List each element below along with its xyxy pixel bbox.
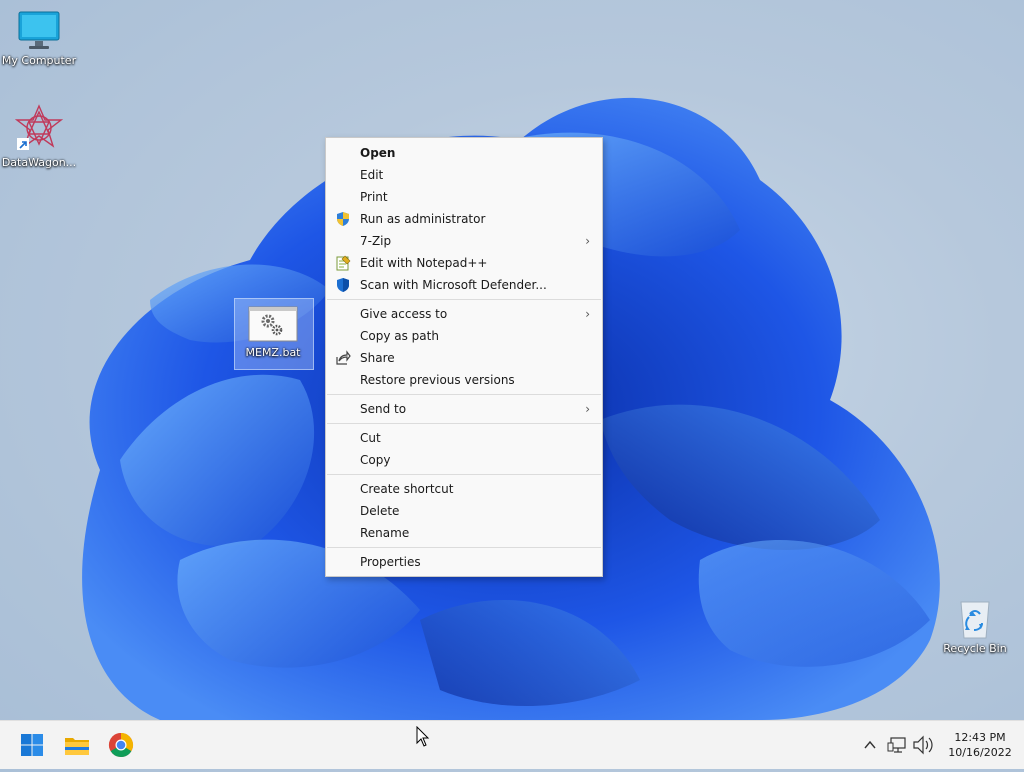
menu-item-restore-previous-versions[interactable]: Restore previous versions <box>326 369 602 391</box>
menu-item-label: Properties <box>360 555 421 569</box>
menu-item-label: Open <box>360 146 396 160</box>
menu-item-rename[interactable]: Rename <box>326 522 602 544</box>
menu-item-run-as-administrator[interactable]: Run as administrator <box>326 208 602 230</box>
uac-shield-icon <box>337 212 349 226</box>
tray-overflow-button[interactable] <box>858 721 882 769</box>
menu-item-label: Give access to <box>360 307 448 321</box>
desktop-icon-my-computer[interactable]: My Computer <box>0 10 79 68</box>
volume-button[interactable] <box>910 721 936 769</box>
menu-item-label: Edit with Notepad++ <box>360 256 488 270</box>
menu-item-edit-with-notepadpp[interactable]: Edit with Notepad++ <box>326 252 602 274</box>
chevron-right-icon: › <box>585 234 590 248</box>
menu-item-properties[interactable]: Properties <box>326 551 602 573</box>
menu-item-print[interactable]: Print <box>326 186 602 208</box>
menu-item-7zip[interactable]: 7-Zip › <box>326 230 602 252</box>
menu-item-send-to[interactable]: Send to › <box>326 398 602 420</box>
network-button[interactable] <box>886 721 910 769</box>
clock-date: 10/16/2022 <box>948 746 1012 759</box>
menu-separator <box>327 474 601 475</box>
batch-file-icon <box>248 306 298 342</box>
context-menu: Open Edit Print Run as administrator 7-Z… <box>325 137 603 577</box>
my-computer-label: My Computer <box>1 54 77 67</box>
memz-bat-label: MEMZ.bat <box>245 346 301 359</box>
defender-shield-icon <box>337 278 349 292</box>
desktop-icon-recycle-bin[interactable]: Recycle Bin <box>935 598 1015 656</box>
menu-separator <box>327 394 601 395</box>
menu-item-label: Scan with Microsoft Defender... <box>360 278 547 292</box>
clock-button[interactable]: 12:43 PM 10/16/2022 <box>940 730 1020 760</box>
chevron-right-icon: › <box>585 402 590 416</box>
menu-item-delete[interactable]: Delete <box>326 500 602 522</box>
menu-item-edit[interactable]: Edit <box>326 164 602 186</box>
menu-item-label: Run as administrator <box>360 212 486 226</box>
mouse-cursor-icon <box>416 726 430 747</box>
monitor-icon <box>18 11 60 49</box>
menu-item-scan-defender[interactable]: Scan with Microsoft Defender... <box>326 274 602 296</box>
menu-item-label: Copy <box>360 453 391 467</box>
taskbar: 12:43 PM 10/16/2022 <box>0 720 1024 769</box>
menu-item-share[interactable]: Share <box>326 347 602 369</box>
menu-item-copy[interactable]: Copy <box>326 449 602 471</box>
volume-icon <box>913 735 933 755</box>
menu-item-label: Send to <box>360 402 407 416</box>
menu-separator <box>327 299 601 300</box>
chevron-right-icon: › <box>585 307 590 321</box>
menu-item-label: Edit <box>360 168 384 182</box>
datawagon-app-icon <box>15 104 63 150</box>
clock-time: 12:43 PM <box>954 731 1006 744</box>
file-explorer-icon <box>65 738 89 755</box>
menu-separator <box>327 423 601 424</box>
menu-item-label: 7-Zip <box>360 234 392 248</box>
share-icon <box>336 350 351 365</box>
menu-item-open[interactable]: Open <box>326 142 602 164</box>
menu-item-label: Print <box>360 190 388 204</box>
menu-item-label: Delete <box>360 504 400 518</box>
menu-separator <box>327 547 601 548</box>
menu-item-create-shortcut[interactable]: Create shortcut <box>326 478 602 500</box>
menu-item-copy-as-path[interactable]: Copy as path <box>326 325 602 347</box>
recycle-bin-icon <box>960 601 990 639</box>
chrome-icon <box>108 733 134 758</box>
notepadpp-icon <box>336 255 351 271</box>
desktop-icon-memz-bat[interactable]: MEMZ.bat <box>233 306 313 360</box>
datawagon-label: DataWagon... <box>1 156 77 169</box>
menu-item-label: Restore previous versions <box>360 373 515 387</box>
start-button[interactable] <box>16 729 48 761</box>
menu-item-label: Create shortcut <box>360 482 454 496</box>
menu-item-label: Copy as path <box>360 329 439 343</box>
menu-item-cut[interactable]: Cut <box>326 427 602 449</box>
start-icon <box>21 734 43 756</box>
chevron-up-icon <box>864 740 876 749</box>
menu-item-label: Cut <box>360 431 381 445</box>
network-icon <box>887 737 906 753</box>
menu-item-label: Share <box>360 351 395 365</box>
menu-item-label: Rename <box>360 526 410 540</box>
desktop-icon-datawagon[interactable]: DataWagon... <box>0 104 79 170</box>
chrome-button[interactable] <box>105 729 137 761</box>
recycle-bin-label: Recycle Bin <box>943 642 1007 655</box>
file-explorer-button[interactable] <box>61 729 93 761</box>
menu-item-give-access-to[interactable]: Give access to › <box>326 303 602 325</box>
